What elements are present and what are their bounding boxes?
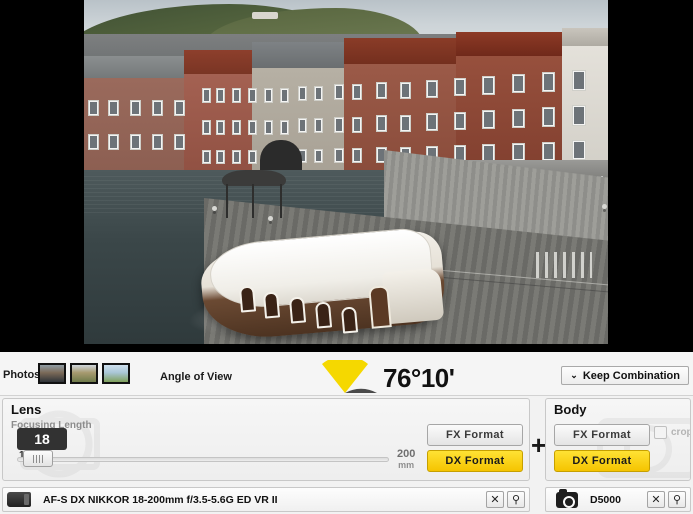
slider-track[interactable]	[17, 457, 389, 462]
preview-photo[interactable]	[84, 0, 608, 344]
photo-pavilion-roof	[222, 170, 286, 186]
photos-label: Photos	[3, 369, 41, 381]
slider-handle[interactable]	[23, 450, 53, 467]
body-fx-format-button[interactable]: FX Format	[554, 424, 650, 446]
focusing-length-unit: mm	[398, 460, 415, 470]
crop-checkbox-group[interactable]: crop	[654, 426, 691, 439]
photo-thumbnail-2[interactable]	[70, 363, 98, 384]
keep-combination-button[interactable]: ⌄ Keep Combination	[561, 366, 689, 385]
focusing-length-max-value: 200	[397, 448, 416, 460]
body-device-bar: D5000 ✕ ⚲	[545, 487, 691, 512]
body-fx-format-label: FX Format	[573, 429, 631, 441]
photo-thumbnail-1[interactable]	[38, 363, 66, 384]
photo-building-roof	[84, 56, 194, 78]
lens-device-bar: AF-S DX NIKKOR 18-200mm f/3.5-5.6G ED VR…	[2, 487, 530, 512]
angle-of-view-value: 76°10'	[383, 363, 455, 393]
lens-fx-format-button[interactable]: FX Format	[427, 424, 523, 446]
photo-building-roof	[252, 42, 350, 68]
lens-panel: Lens Focusing Length 18 18 200 mm FX For…	[2, 398, 530, 481]
body-dx-format-button[interactable]: DX Format	[554, 450, 650, 472]
application-root: Photos Angle of View 76°10' ⌄ Keep Combi…	[0, 0, 693, 514]
lens-clear-button[interactable]: ✕	[486, 491, 504, 508]
body-device-name: D5000	[590, 493, 621, 506]
photo-pavilion-post	[226, 184, 228, 218]
lens-search-button[interactable]: ⚲	[507, 491, 525, 508]
focusing-length-max-label: 200 mm	[397, 449, 415, 471]
body-search-button[interactable]: ⚲	[668, 491, 686, 508]
photo-boat-door	[368, 285, 392, 329]
keep-combination-label: Keep Combination	[582, 369, 680, 382]
body-clear-button[interactable]: ✕	[647, 491, 665, 508]
lens-panel-title: Lens	[11, 402, 42, 417]
crop-label: crop	[671, 427, 691, 438]
body-panel: Body FX Format DX Format crop	[545, 398, 691, 481]
photo-building-roof	[184, 50, 258, 74]
photo-building-roof	[456, 32, 568, 56]
photo-patio-furniture	[536, 252, 592, 278]
focusing-length-slider[interactable]	[17, 450, 389, 467]
lens-dx-format-label: DX Format	[445, 455, 505, 467]
angle-of-view-label: Angle of View	[160, 371, 232, 383]
body-panel-title: Body	[554, 402, 587, 417]
photo-pavilion-post	[280, 184, 282, 218]
photo-building-left	[84, 56, 194, 188]
body-dx-format-label: DX Format	[572, 455, 632, 467]
lens-fx-format-label: FX Format	[446, 429, 504, 441]
photo-pavilion-post	[252, 184, 254, 218]
crop-checkbox[interactable]	[654, 426, 667, 439]
photo-building-roof	[562, 28, 608, 46]
camera-icon	[556, 488, 578, 508]
photo-building-roof	[344, 38, 462, 64]
lens-dx-format-button[interactable]: DX Format	[427, 450, 523, 472]
chevron-down-icon: ⌄	[570, 370, 578, 380]
combination-plus-symbol: +	[531, 430, 547, 460]
angle-of-view-gauge-icon	[313, 360, 377, 393]
grip-icon	[32, 454, 44, 463]
lens-icon	[7, 492, 31, 507]
photo-hilltop-building	[252, 12, 278, 19]
lens-device-name: AF-S DX NIKKOR 18-200mm f/3.5-5.6G ED VR…	[43, 493, 278, 506]
photo-thumbnail-3[interactable]	[102, 363, 130, 384]
photo-thumbnail-list	[38, 363, 130, 384]
focusing-length-tooltip: 18	[17, 428, 67, 456]
photo-stage	[0, 0, 693, 352]
photo-boat-cabin	[381, 267, 445, 325]
